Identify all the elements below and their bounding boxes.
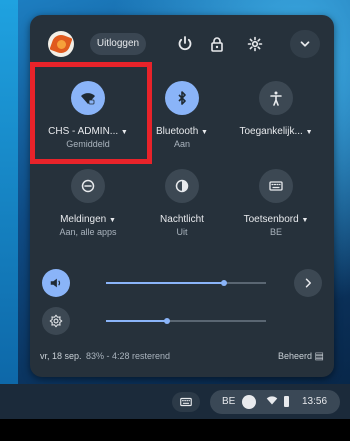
night-light-status: Uit bbox=[176, 227, 188, 237]
managed-building-icon: ▤ bbox=[314, 351, 324, 362]
keyboard-label: Toetsenbord bbox=[243, 214, 299, 225]
keyboard-icon[interactable] bbox=[259, 169, 293, 203]
brightness-slider-row bbox=[42, 307, 322, 335]
tile-night-light[interactable]: Nachtlicht Uit bbox=[142, 169, 222, 237]
screen-bottom-edge bbox=[0, 419, 350, 441]
volume-slider-row bbox=[42, 269, 322, 297]
wifi-icon bbox=[266, 394, 278, 409]
bluetooth-icon[interactable] bbox=[165, 81, 199, 115]
battery-status: 83% - 4:28 resterend bbox=[86, 351, 171, 361]
sync-icon bbox=[242, 395, 256, 409]
quick-settings-panel: Uitloggen CHS - ADMIN... ▼ Gemiddeld Blu… bbox=[30, 15, 334, 377]
keyboard-icon bbox=[180, 397, 192, 407]
brightness-slider-handle[interactable] bbox=[164, 318, 170, 324]
tile-bluetooth[interactable]: Bluetooth ▼ Aan bbox=[142, 81, 222, 149]
window-edge bbox=[0, 0, 18, 441]
battery-icon bbox=[284, 396, 289, 407]
accessibility-icon[interactable] bbox=[259, 81, 293, 115]
settings-gear-icon[interactable] bbox=[242, 31, 268, 57]
red-highlight-box bbox=[30, 62, 152, 164]
notifications-icon[interactable] bbox=[71, 169, 105, 203]
power-icon[interactable] bbox=[172, 31, 198, 57]
date-label[interactable]: vr, 18 sep. bbox=[40, 351, 82, 361]
brightness-slider-fill bbox=[106, 320, 167, 322]
chevron-down-icon: ▼ bbox=[109, 217, 116, 224]
managed-label: Beheerd bbox=[278, 351, 313, 361]
tile-keyboard[interactable]: Toetsenbord ▼ BE bbox=[236, 169, 316, 237]
night-light-label: Nachtlicht bbox=[160, 214, 204, 225]
tile-notifications[interactable]: Meldingen ▼ Aan, alle apps bbox=[48, 169, 128, 237]
lock-icon[interactable] bbox=[204, 31, 230, 57]
collapse-button[interactable] bbox=[290, 30, 320, 58]
chevron-down-icon: ▼ bbox=[301, 217, 309, 224]
accessibility-label: Toegankelijk... bbox=[239, 126, 303, 137]
input-method-label: BE bbox=[222, 396, 236, 407]
volume-slider-handle[interactable] bbox=[221, 280, 227, 286]
chevron-right-icon bbox=[305, 278, 311, 288]
chevron-down-icon bbox=[300, 41, 310, 47]
volume-icon[interactable] bbox=[42, 269, 70, 297]
notifications-label: Meldingen bbox=[60, 214, 107, 225]
virtual-keyboard-button[interactable] bbox=[172, 392, 200, 412]
bluetooth-status: Aan bbox=[173, 139, 190, 149]
tile-accessibility[interactable]: Toegankelijk... ▼ bbox=[236, 81, 316, 137]
volume-slider-fill bbox=[106, 282, 224, 284]
brightness-icon bbox=[42, 307, 70, 335]
notifications-status: Aan, alle apps bbox=[59, 227, 117, 237]
bluetooth-label: Bluetooth bbox=[156, 126, 199, 137]
status-tray[interactable]: BE 13:56 bbox=[210, 390, 340, 414]
sign-out-button[interactable]: Uitloggen bbox=[90, 33, 146, 55]
user-avatar[interactable] bbox=[48, 31, 74, 57]
keyboard-layout-status: BE bbox=[269, 227, 282, 237]
chevron-down-icon: ▼ bbox=[201, 129, 208, 136]
chevron-down-icon: ▼ bbox=[305, 129, 313, 136]
night-light-icon[interactable] bbox=[165, 169, 199, 203]
audio-settings-button[interactable] bbox=[294, 269, 322, 297]
clock-time: 13:56 bbox=[302, 396, 328, 407]
